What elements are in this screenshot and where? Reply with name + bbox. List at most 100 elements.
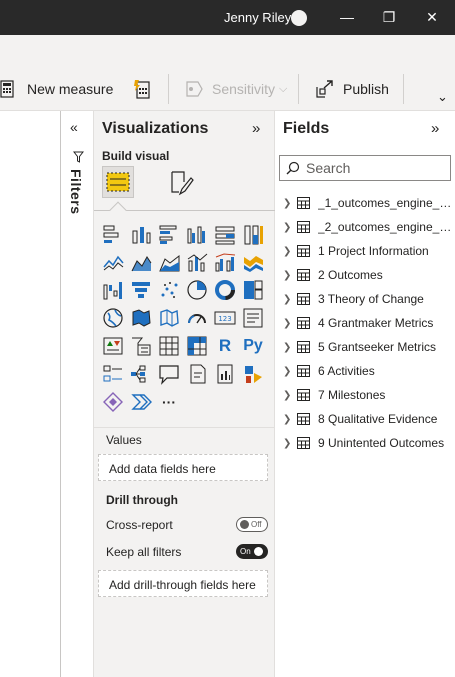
waterfall-chart-icon[interactable] xyxy=(102,279,124,301)
shape-map-icon[interactable] xyxy=(158,307,180,329)
smart-narrative-icon[interactable] xyxy=(186,363,208,385)
line-chart-icon[interactable] xyxy=(102,251,124,273)
table-icon[interactable] xyxy=(158,335,180,357)
field-table-item[interactable]: ❯ 7 Milestones xyxy=(283,383,455,407)
r-script-visual-icon[interactable]: R xyxy=(214,335,236,357)
chevron-right-icon[interactable]: ❯ xyxy=(283,390,297,401)
donut-chart-icon[interactable] xyxy=(214,279,236,301)
100-stacked-bar-chart-icon[interactable] xyxy=(214,223,236,245)
cross-report-toggle[interactable]: Off xyxy=(236,517,268,532)
minimize-button[interactable]: — xyxy=(336,6,358,28)
field-table-item[interactable]: ❯ 5 Grantseeker Metrics xyxy=(283,335,455,359)
table-icon xyxy=(297,269,310,281)
filled-map-icon[interactable] xyxy=(130,307,152,329)
field-table-item[interactable]: ❯ 8 Qualitative Evidence xyxy=(283,407,455,431)
clustered-bar-chart-icon[interactable] xyxy=(158,223,180,245)
100-stacked-column-chart-icon[interactable] xyxy=(242,223,264,245)
drill-through-drop-zone[interactable]: Add drill-through fields here xyxy=(98,570,268,597)
table-icon xyxy=(296,221,310,233)
scatter-chart-icon[interactable] xyxy=(158,279,180,301)
chevron-right-icon[interactable]: ❯ xyxy=(283,342,297,353)
line-and-stacked-column-chart-icon[interactable] xyxy=(186,251,208,273)
build-visual-label: Build visual xyxy=(102,149,170,163)
clustered-column-chart-icon[interactable] xyxy=(186,223,208,245)
card-icon[interactable]: 123 xyxy=(214,307,236,329)
power-apps-icon[interactable] xyxy=(242,363,264,385)
decomposition-tree-icon[interactable] xyxy=(130,363,152,385)
new-measure-button[interactable]: New measure xyxy=(0,73,113,105)
map-icon[interactable] xyxy=(102,307,124,329)
field-table-item[interactable]: ❯ 3 Theory of Change xyxy=(283,287,455,311)
chevron-right-icon[interactable]: ❯ xyxy=(283,270,297,281)
stacked-area-chart-icon[interactable] xyxy=(158,251,180,273)
treemap-icon[interactable] xyxy=(242,279,264,301)
ribbon-chart-icon[interactable] xyxy=(242,251,264,273)
table-name: 5 Grantseeker Metrics xyxy=(318,340,437,354)
qa-icon[interactable] xyxy=(158,363,180,385)
field-table-item[interactable]: ❯ 9 Unintented Outcomes xyxy=(283,431,455,455)
chevron-right-icon[interactable]: ❯ xyxy=(283,246,297,257)
multi-row-card-icon[interactable] xyxy=(242,307,264,329)
filters-label[interactable]: Filters xyxy=(68,169,84,215)
toggle-knob xyxy=(253,547,263,556)
report-canvas xyxy=(0,111,61,677)
table-icon xyxy=(297,413,310,425)
filters-pane: « Filters xyxy=(61,111,94,677)
format-visual-button[interactable] xyxy=(168,169,196,197)
table-icon xyxy=(297,365,310,377)
chevron-right-icon[interactable]: ❯ xyxy=(283,222,297,233)
power-automate-icon[interactable] xyxy=(102,391,124,413)
matrix-icon[interactable] xyxy=(186,335,208,357)
build-visual-icon xyxy=(106,172,130,192)
fields-pane: Fields » Search ❯ _1_outcomes_engine_p...… xyxy=(275,111,455,677)
stacked-bar-chart-icon[interactable] xyxy=(102,223,124,245)
gauge-icon[interactable] xyxy=(186,307,208,329)
restore-button[interactable]: ❐ xyxy=(378,6,400,28)
field-table-item[interactable]: ❯ 1 Project Information xyxy=(283,239,455,263)
values-drop-zone[interactable]: Add data fields here xyxy=(98,454,268,481)
field-table-item[interactable]: ❯ 4 Grantmaker Metrics xyxy=(283,311,455,335)
chevron-right-icon[interactable]: ❯ xyxy=(283,414,297,425)
pie-chart-icon[interactable] xyxy=(186,279,208,301)
filters-collapse-icon[interactable]: « xyxy=(70,119,78,135)
fields-search-input[interactable]: Search xyxy=(279,155,451,181)
python-visual-icon[interactable]: Py xyxy=(242,335,264,357)
keep-all-filters-toggle[interactable]: On xyxy=(236,544,268,559)
key-influencers-icon[interactable] xyxy=(102,363,124,385)
chevron-down-icon: ⌵ xyxy=(279,82,288,95)
field-table-item[interactable]: ❯ _1_outcomes_engine_p... xyxy=(283,191,455,215)
power-automate-arrow-icon[interactable] xyxy=(130,391,152,413)
paginated-report-icon[interactable] xyxy=(214,363,236,385)
quick-measure-button[interactable] xyxy=(133,73,159,105)
user-name[interactable]: Jenny Riley xyxy=(224,10,291,25)
chevron-right-icon[interactable]: ❯ xyxy=(283,318,297,329)
build-visual-button[interactable] xyxy=(102,166,134,198)
fields-expand-icon[interactable]: » xyxy=(431,120,439,137)
svg-text:123: 123 xyxy=(218,315,231,323)
table-icon xyxy=(297,437,310,449)
sensitivity-button[interactable]: Sensitivity ⌵ xyxy=(184,73,287,105)
stacked-column-chart-icon[interactable] xyxy=(130,223,152,245)
close-button[interactable]: ✕ xyxy=(421,6,443,28)
section-divider xyxy=(94,427,275,428)
chevron-right-icon[interactable]: ❯ xyxy=(283,198,297,209)
chevron-right-icon[interactable]: ❯ xyxy=(283,438,297,449)
more-visuals-icon[interactable]: ··· xyxy=(158,391,180,413)
slicer-icon[interactable] xyxy=(130,335,152,357)
ribbon-expand-icon[interactable]: ⌄ xyxy=(437,89,448,105)
line-and-clustered-column-chart-icon[interactable] xyxy=(214,251,236,273)
area-chart-icon[interactable] xyxy=(130,251,152,273)
ribbon-separator xyxy=(168,74,169,104)
calculator-icon xyxy=(0,80,14,98)
chevron-right-icon[interactable]: ❯ xyxy=(283,366,297,377)
field-table-item[interactable]: ❯ _2_outcomes_engine_o... xyxy=(283,215,455,239)
visualizations-expand-icon[interactable]: » xyxy=(252,120,260,137)
avatar[interactable] xyxy=(291,10,307,26)
chevron-right-icon[interactable]: ❯ xyxy=(283,294,297,305)
field-table-item[interactable]: ❯ 6 Activities xyxy=(283,359,455,383)
table-name: 7 Milestones xyxy=(318,388,386,402)
kpi-icon[interactable] xyxy=(102,335,124,357)
field-table-item[interactable]: ❯ 2 Outcomes xyxy=(283,263,455,287)
funnel-chart-icon[interactable] xyxy=(130,279,152,301)
publish-button[interactable]: Publish xyxy=(315,73,389,105)
